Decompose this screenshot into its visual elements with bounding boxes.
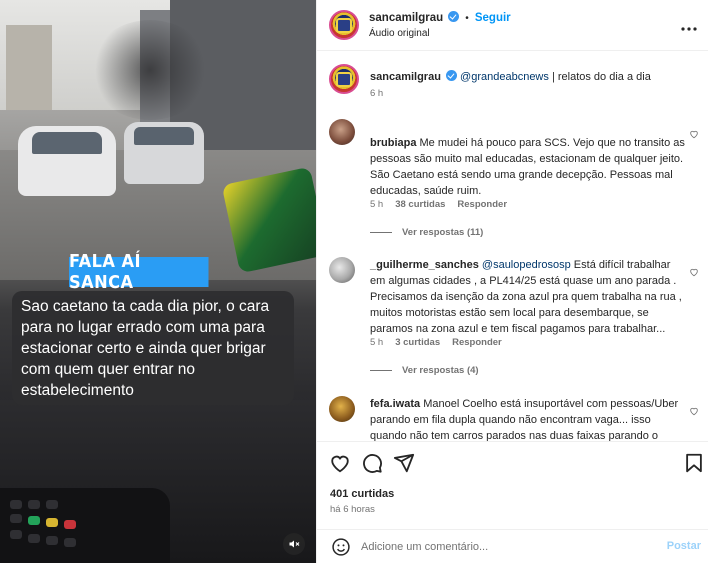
comment-likes[interactable]: 3 curtidas <box>395 337 440 348</box>
reply-button[interactable]: Responder <box>457 199 507 210</box>
more-horizontal-icon <box>681 27 697 31</box>
view-replies-label: Ver respostas (11) <box>402 227 484 238</box>
heart-icon[interactable] <box>689 129 699 139</box>
post-video[interactable]: FALA AÍ SANCA Sao caetano ta cada dia pi… <box>0 0 316 563</box>
view-replies-button[interactable]: Ver respostas (4) <box>370 365 479 376</box>
comment-icon[interactable] <box>361 452 383 474</box>
comment-username[interactable]: _guilherme_sanches <box>370 259 479 271</box>
separator: • <box>465 13 469 24</box>
post-panel: sancamilgrau • Seguir Áudio original san… <box>316 0 708 563</box>
caption-time: 6 h <box>370 88 384 99</box>
likes-count[interactable]: 401 curtidas <box>330 488 394 500</box>
follow-button[interactable]: Seguir <box>475 12 511 24</box>
caption-text: | relatos do dia a dia <box>548 71 651 83</box>
video-car <box>18 126 116 196</box>
view-replies-button[interactable]: Ver respostas (11) <box>370 227 483 238</box>
post-header: sancamilgrau • Seguir Áudio original <box>317 0 708 51</box>
caption-mention[interactable]: @grandeabcnews <box>460 71 549 83</box>
overlay-title: FALA AÍ SANCA <box>69 251 209 293</box>
heart-icon[interactable] <box>329 452 351 474</box>
reply-button[interactable]: Responder <box>452 337 502 348</box>
speaker-muted-icon <box>289 540 300 548</box>
emoji-icon[interactable] <box>331 537 351 557</box>
comment-input[interactable] <box>361 538 651 556</box>
view-replies-label: Ver respostas (4) <box>402 365 479 376</box>
verified-icon <box>445 70 457 81</box>
mute-button[interactable] <box>283 533 305 555</box>
comment-time: 5 h <box>370 199 384 210</box>
heart-icon[interactable] <box>689 267 699 277</box>
bookmark-icon[interactable] <box>683 452 705 474</box>
comment-username[interactable]: fefa.iwata <box>370 398 420 410</box>
video-building <box>6 25 52 110</box>
comment-mention[interactable]: @saulopedrososp <box>482 259 571 271</box>
header-username[interactable]: sancamilgrau <box>369 12 443 24</box>
list-item: brubiapa Me mudei há pouco para SCS. Vej… <box>329 119 701 239</box>
comment-likes[interactable]: 38 curtidas <box>395 199 445 210</box>
comments-list[interactable]: sancamilgrau @grandeabcnews | relatos do… <box>317 52 708 441</box>
caption-username[interactable]: sancamilgrau <box>370 71 441 83</box>
verified-icon <box>448 11 460 22</box>
avatar[interactable] <box>329 64 359 94</box>
list-item: _guilherme_sanches @saulopedrososp Está … <box>329 257 701 382</box>
heart-icon[interactable] <box>689 406 699 416</box>
divider <box>370 231 392 233</box>
comment-time: 5 h <box>370 337 384 348</box>
video-car <box>124 122 204 184</box>
audio-label[interactable]: Áudio original <box>369 28 430 39</box>
more-options-button[interactable] <box>681 18 697 36</box>
video-keypad <box>0 488 170 563</box>
post-caption: sancamilgrau @grandeabcnews | relatos do… <box>329 64 701 104</box>
post-button[interactable]: Postar <box>667 540 701 552</box>
post-actions: 401 curtidas há 6 horas <box>317 441 708 529</box>
comment-text: Me mudei há pouco para SCS. Vejo que no … <box>370 137 685 197</box>
avatar[interactable] <box>329 257 355 283</box>
avatar[interactable] <box>329 396 355 422</box>
send-icon[interactable] <box>393 452 415 474</box>
avatar[interactable] <box>329 119 355 145</box>
post-time: há 6 horas <box>330 504 375 515</box>
video-caption: Sao caetano ta cada dia pior, o cara par… <box>12 291 294 405</box>
add-comment-bar: Postar <box>317 529 708 563</box>
comment-username[interactable]: brubiapa <box>370 137 416 149</box>
divider <box>370 369 392 371</box>
avatar[interactable] <box>329 10 359 40</box>
list-item: fefa.iwata Manoel Coelho está insuportáv… <box>329 396 701 441</box>
video-smoke <box>90 20 210 120</box>
